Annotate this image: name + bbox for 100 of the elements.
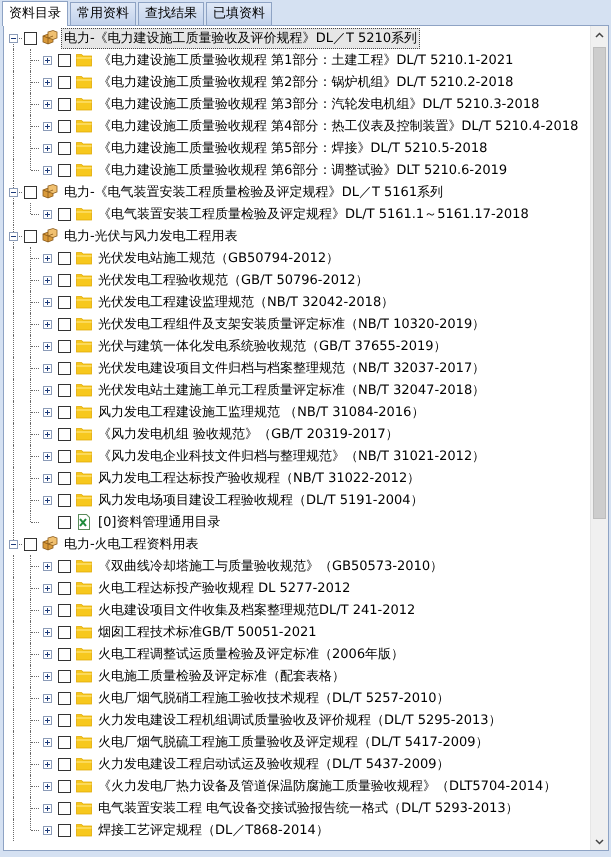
tree-item-label[interactable]: 火力发电建设工程机组调试质量验收及评价规程（DL/T 5295-2013） (95, 710, 505, 730)
checkbox[interactable] (24, 538, 37, 550)
tree-item-label[interactable]: 光伏发电建设项目文件归档与档案整理规范（NB/T 32037-2017） (95, 358, 488, 378)
expand-toggle[interactable] (43, 694, 52, 702)
expand-toggle[interactable] (43, 144, 52, 152)
expand-toggle[interactable] (43, 716, 52, 724)
tree-item-label[interactable]: 火电工程调整试运质量检验及评定标准（2006年版） (95, 644, 408, 664)
tree-item-label[interactable]: 《电气装置安装工程质量检验及评定规程》DL/T 5161.1～5161.17-2018 (95, 204, 532, 224)
tree-item-label[interactable]: 《电力建设施工质量验收规程 第6部分：调整试验》DLT 5210.6-2019 (95, 160, 510, 180)
expand-toggle[interactable] (43, 210, 52, 218)
tab[interactable]: 已填资料 (206, 2, 272, 25)
expand-toggle[interactable] (9, 188, 18, 196)
tree-item-label[interactable]: 光伏发电站土建施工单元工程质量评定标准（NB/T 32047-2018） (95, 380, 488, 400)
expand-toggle[interactable] (43, 782, 52, 790)
expand-toggle[interactable] (43, 474, 52, 482)
expand-toggle[interactable] (43, 804, 52, 812)
checkbox[interactable] (58, 428, 71, 440)
tree-item-label[interactable]: 火电施工质量检验及评定标准（配套表格） (95, 666, 348, 686)
expand-toggle[interactable] (43, 606, 52, 614)
expand-toggle[interactable] (43, 166, 52, 174)
checkbox[interactable] (58, 626, 71, 638)
expand-toggle[interactable] (43, 386, 52, 394)
checkbox[interactable] (58, 582, 71, 594)
tree-item-label[interactable]: 风力发电工程建设施工监理规范 （NB/T 31084-2016） (95, 402, 428, 422)
checkbox[interactable] (58, 142, 71, 154)
tree-item-label[interactable]: 《风力发电企业科技文件归档与整理规范》（NB/T 31021-2012） (95, 446, 488, 466)
tree-item-label[interactable]: 光伏发电站施工规范（GB50794-2012） (95, 248, 342, 268)
tree-item-label[interactable]: 火电厂烟气脱硝工程施工验收技术规程（DL/T 5257-2010） (95, 688, 453, 708)
checkbox[interactable] (58, 604, 71, 616)
tab[interactable]: 常用资料 (70, 2, 136, 25)
tree-item-label[interactable]: 光伏发电工程组件及支架安装质量评定标准（NB/T 10320-2019） (95, 314, 488, 334)
expand-toggle[interactable] (43, 276, 52, 284)
tree-item-label[interactable]: 电力-《电力建设施工质量验收及评价规程》DL／T 5210系列 (61, 28, 420, 48)
expand-toggle[interactable] (43, 254, 52, 262)
checkbox[interactable] (58, 758, 71, 770)
checkbox[interactable] (58, 824, 71, 836)
checkbox[interactable] (58, 494, 71, 506)
expand-toggle[interactable] (43, 584, 52, 592)
tab[interactable]: 查找结果 (138, 2, 204, 25)
tree-item-label[interactable]: 电气装置安装工程 电气设备交接试验报告统一格式（DL/T 5293-2013） (95, 798, 522, 818)
tree-item-label[interactable]: 光伏发电工程建设监理规范（NB/T 32042-2018） (95, 292, 398, 312)
expand-toggle[interactable] (43, 452, 52, 460)
tree-item-label[interactable]: 《双曲线冷却塔施工与质量验收规范》（GB50573-2010） (95, 556, 446, 576)
tree-item-label[interactable]: 焊接工艺评定规程（DL／T868-2014） (95, 820, 332, 840)
checkbox[interactable] (58, 274, 71, 286)
expand-toggle[interactable] (43, 738, 52, 746)
checkbox[interactable] (58, 648, 71, 660)
expand-toggle[interactable] (43, 650, 52, 658)
expand-toggle[interactable] (43, 826, 52, 834)
scroll-down-icon[interactable] (595, 838, 604, 844)
tree-item-label[interactable]: 《电力建设施工质量验收规程 第2部分：锅炉机组》DL/T 5210.2-2018 (95, 72, 516, 92)
tree-item-label[interactable]: 光伏与建筑一体化发电系统验收规范（GB/T 37655-2019） (95, 336, 450, 356)
tree-item-label[interactable]: 《火力发电厂热力设备及管道保温防腐施工质量验收规程》（DLT5704-2014） (95, 776, 560, 796)
checkbox[interactable] (58, 450, 71, 462)
checkbox[interactable] (58, 802, 71, 814)
expand-toggle[interactable] (43, 320, 52, 328)
tree-item-label[interactable]: 《电力建设施工质量验收规程 第5部分：焊接》DL/T 5210.5-2018 (95, 138, 490, 158)
tree-item-label[interactable]: 电力-火电工程资料用表 (61, 534, 202, 554)
expand-toggle[interactable] (9, 540, 18, 548)
expand-toggle[interactable] (9, 232, 18, 240)
checkbox[interactable] (58, 560, 71, 572)
expand-toggle[interactable] (43, 364, 52, 372)
checkbox[interactable] (58, 340, 71, 352)
tree-item-label[interactable]: 电力-《电气装置安装工程质量检验及评定规程》DL／T 5161系列 (61, 182, 446, 202)
checkbox[interactable] (58, 120, 71, 132)
expand-toggle[interactable] (43, 562, 52, 570)
expand-toggle[interactable] (43, 496, 52, 504)
expand-toggle[interactable] (43, 342, 52, 350)
tree-item-label[interactable]: 火电建设项目文件收集及档案整理规范DL/T 241-2012 (95, 600, 418, 620)
expand-toggle[interactable] (43, 672, 52, 680)
checkbox[interactable] (58, 54, 71, 66)
tree-item-label[interactable]: [0]资料管理通用目录 (95, 512, 224, 532)
checkbox[interactable] (58, 692, 71, 704)
expand-toggle[interactable] (43, 122, 52, 130)
checkbox[interactable] (58, 362, 71, 374)
expand-toggle[interactable] (43, 100, 52, 108)
expand-toggle[interactable] (43, 56, 52, 64)
checkbox[interactable] (58, 318, 71, 330)
expand-toggle[interactable] (43, 760, 52, 768)
checkbox[interactable] (58, 472, 71, 484)
checkbox[interactable] (58, 76, 71, 88)
tree-item-label[interactable]: 风力发电场项目建设工程验收规程（DL/T 5191-2004） (95, 490, 427, 510)
checkbox[interactable] (58, 164, 71, 176)
tree-item-label[interactable]: 《电力建设施工质量验收规程 第1部分：土建工程》DL/T 5210.1-2021 (95, 50, 516, 70)
checkbox[interactable] (58, 406, 71, 418)
checkbox[interactable] (24, 32, 37, 44)
tree-item-label[interactable]: 《电力建设施工质量验收规程 第4部分：热工仪表及控制装置》DL/T 5210.4-2018 (95, 116, 582, 136)
scrollbar-thumb[interactable] (593, 47, 606, 519)
expand-toggle[interactable] (43, 78, 52, 86)
tab[interactable]: 资料目录 (2, 1, 68, 26)
checkbox[interactable] (58, 670, 71, 682)
checkbox[interactable] (58, 252, 71, 264)
tree-item-label[interactable]: 火电厂烟气脱硫工程施工质量验收及评定规程（DL/T 5417-2009） (95, 732, 492, 752)
tree-item-label[interactable]: 《风力发电机组 验收规范》（GB/T 20319-2017） (95, 424, 402, 444)
checkbox[interactable] (58, 384, 71, 396)
checkbox[interactable] (58, 516, 71, 528)
expand-toggle[interactable] (43, 430, 52, 438)
checkbox[interactable] (24, 186, 37, 198)
checkbox[interactable] (24, 230, 37, 242)
tree-item-label[interactable]: 《电力建设施工质量验收规程 第3部分：汽轮发电机组》DL/T 5210.3-2018 (95, 94, 542, 114)
